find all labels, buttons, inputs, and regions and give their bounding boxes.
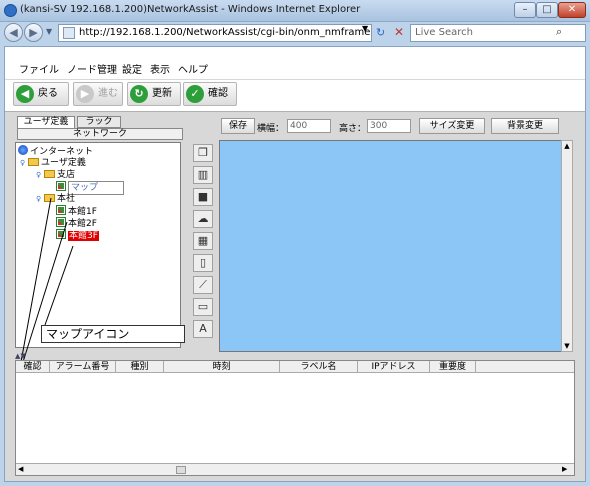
menu-file[interactable]: ファイル [19, 61, 59, 76]
forward-button[interactable]: ▶ 進む [73, 82, 123, 106]
text-icon[interactable]: A [193, 320, 213, 338]
server-icon[interactable]: ▥ [193, 166, 213, 184]
annotation-lines [20, 197, 74, 363]
annotation-map-icon: マップアイコン [41, 325, 185, 343]
menu-bar: ファイル ノード管理 設定 表示 ヘルプ [5, 59, 585, 77]
cloud-icon[interactable]: ☁ [193, 210, 213, 228]
canvas-scrollbar[interactable]: ▲ ▼ [561, 140, 573, 352]
page-content: ファイル ノード管理 設定 表示 ヘルプ ◀ 戻る ▶ 進む ↻ 更新 ✓ 確認… [4, 46, 586, 482]
maximize-button[interactable]: □ [536, 2, 558, 18]
box-icon[interactable]: ■ [193, 188, 213, 206]
arrow-left-icon: ◀ [16, 85, 34, 103]
address-text: http://192.168.1.200/NetworkAssist/cgi-b… [79, 27, 372, 38]
shape-palette: ❒ ▥ ■ ☁ ▦ ▯ ⟋ ▭ A [193, 140, 215, 352]
col-label-name[interactable]: ラベル名 [280, 361, 358, 373]
col-time[interactable]: 時刻 [164, 361, 280, 373]
line-icon[interactable]: ⟋ [193, 276, 213, 294]
alarm-scrollbar[interactable]: ◀ ▶ [16, 463, 574, 475]
check-icon: ✓ [186, 85, 204, 103]
rack-icon[interactable]: ▯ [193, 254, 213, 272]
scroll-down-icon[interactable]: ▼ [562, 341, 572, 351]
stop-icon[interactable]: ✕ [394, 25, 404, 39]
arrow-right-icon: ▶ [76, 85, 94, 103]
ie-icon [4, 4, 17, 17]
back-label: 戻る [38, 88, 58, 99]
alarm-table-header: 確認 アラーム番号 種別 時刻 ラベル名 IPアドレス 重要度 [16, 361, 574, 373]
address-row: ◀ ▶ ▼ http://192.168.1.200/NetworkAssist… [0, 22, 590, 44]
col-alarm-number[interactable]: アラーム番号 [50, 361, 116, 373]
col-severity[interactable]: 重要度 [430, 361, 476, 373]
alarm-table: 確認 アラーム番号 種別 時刻 ラベル名 IPアドレス 重要度 ◀ ▶ [15, 360, 575, 476]
color-grid-icon[interactable]: ▦ [193, 232, 213, 250]
refresh-icon[interactable]: ↻ [376, 26, 385, 39]
col-ip-address[interactable]: IPアドレス [358, 361, 430, 373]
window-title: (kansi-SV 192.168.1.200)NetworkAssist - … [20, 4, 361, 15]
refresh-circle-icon: ↻ [130, 85, 148, 103]
menu-help[interactable]: ヘルプ [178, 61, 208, 76]
height-input[interactable]: 300 [367, 119, 411, 133]
main-area: ユーザ定義 ラック ネットワーク インターネット ♀ ユーザ定義 ♀ 支店 マップ … [5, 111, 585, 481]
background-button[interactable]: 背景変更 [491, 118, 559, 134]
col-confirm[interactable]: 確認 [16, 361, 50, 373]
toolbar: ◀ 戻る ▶ 進む ↻ 更新 ✓ 確認 [5, 79, 585, 109]
browser-back-button[interactable]: ◀ [4, 23, 23, 42]
rectangle-icon[interactable]: ▭ [193, 298, 213, 316]
minimize-button[interactable]: – [514, 2, 536, 18]
title-bar: (kansi-SV 192.168.1.200)NetworkAssist - … [0, 0, 590, 22]
confirm-label: 確認 [208, 88, 228, 99]
refresh-button[interactable]: ↻ 更新 [127, 82, 181, 106]
width-input[interactable]: 400 [287, 119, 331, 133]
resize-button[interactable]: サイズ変更 [419, 118, 485, 134]
forward-label: 進む [98, 88, 118, 99]
map-canvas[interactable] [219, 140, 571, 352]
back-button[interactable]: ◀ 戻る [13, 82, 69, 106]
scroll-thumb[interactable] [176, 466, 186, 474]
width-label: 横幅： [257, 124, 285, 134]
browser-forward-button[interactable]: ▶ [24, 23, 43, 42]
scroll-left-icon[interactable]: ◀ [18, 465, 23, 473]
menu-node-management[interactable]: ノード管理 [67, 61, 117, 76]
close-button[interactable]: ✕ [558, 2, 586, 18]
address-dropdown-icon[interactable]: ▼ [362, 24, 368, 33]
address-bar[interactable]: http://192.168.1.200/NetworkAssist/cgi-b… [58, 24, 372, 42]
search-icon[interactable]: ⌕ [556, 25, 562, 39]
scroll-right-icon[interactable]: ▶ [562, 465, 567, 473]
page-icon [63, 27, 75, 39]
menu-view[interactable]: 表示 [150, 61, 170, 76]
height-label: 高さ： [339, 124, 367, 134]
confirm-button[interactable]: ✓ 確認 [183, 82, 237, 106]
save-button[interactable]: 保存 [221, 118, 255, 134]
history-dropdown-icon[interactable]: ▼ [46, 27, 52, 36]
col-type[interactable]: 種別 [116, 361, 164, 373]
refresh-label: 更新 [152, 88, 172, 99]
map-toolbar: 保存 横幅： 400 高さ： 300 サイズ変更 背景変更 [189, 116, 583, 138]
scroll-up-icon[interactable]: ▲ [562, 141, 572, 151]
cube-icon[interactable]: ❒ [193, 144, 213, 162]
menu-settings[interactable]: 設定 [122, 61, 142, 76]
splitter-arrows-icon[interactable]: ▲▼ [15, 352, 45, 360]
